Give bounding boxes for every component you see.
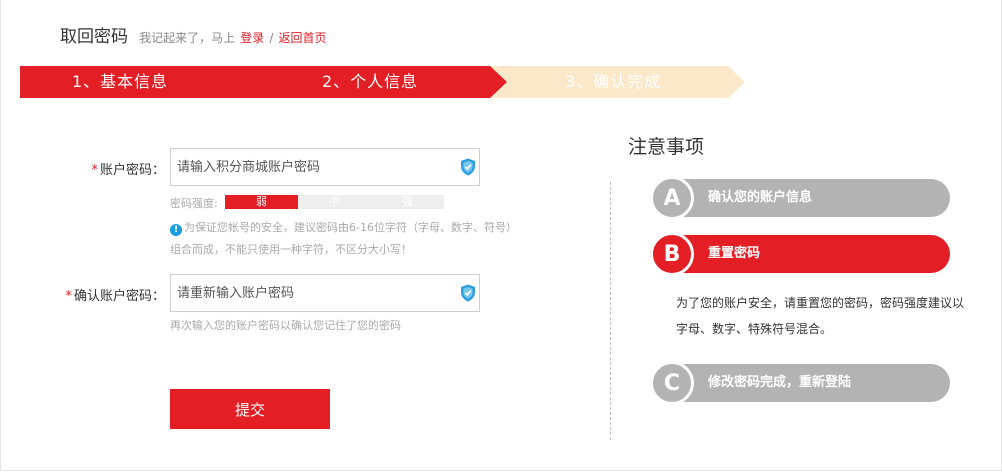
strength-label: 密码强度: bbox=[170, 197, 218, 210]
confirm-label-text: 确认账户密码： bbox=[73, 289, 165, 304]
step-confirm: 3、确认完成 bbox=[490, 66, 745, 98]
page-header: 取回密码 我记起来了，马上 登录 / 返回首页 bbox=[60, 22, 326, 47]
header-subtitle: 我记起来了，马上 bbox=[139, 31, 236, 45]
password-tip: ! 为保证您帐号的安全，建议密码由6-16位字符（字母、数字、符号） 组合而成，不… bbox=[170, 217, 560, 261]
shield-icon bbox=[461, 158, 475, 176]
tip-line-1: 为保证您帐号的安全，建议密码由6-16位字符（字母、数字、符号） bbox=[184, 221, 517, 234]
note-letter-badge: C bbox=[650, 361, 694, 405]
notes-title: 注意事项 bbox=[628, 136, 705, 158]
info-icon: ! bbox=[170, 224, 182, 236]
divider bbox=[610, 182, 611, 440]
required-mark: * bbox=[91, 163, 98, 178]
password-field bbox=[170, 148, 480, 186]
confirm-password-label: * 确认账户密码： bbox=[40, 285, 165, 304]
note-letter-badge: B bbox=[650, 232, 694, 276]
strength-weak: 弱 bbox=[225, 195, 298, 209]
password-label: * 账户密码： bbox=[70, 159, 165, 178]
progress-steps: 1、基本信息 2、个人信息 3、确认完成 bbox=[20, 66, 745, 98]
note-desc-line-1: 为了您的账户安全，请重置您的密码，密码强度建议以 bbox=[676, 296, 965, 310]
note-letter-badge: A bbox=[650, 176, 694, 220]
note-desc-line-2: 字母、数字、特殊符号混合。 bbox=[676, 322, 833, 336]
note-item-b: B 重置密码 bbox=[650, 232, 950, 276]
header-separator: / bbox=[269, 31, 274, 45]
page-title: 取回密码 bbox=[60, 27, 128, 47]
confirm-password-input[interactable] bbox=[171, 275, 447, 311]
tip-line-2: 组合而成，不能只使用一种字符，不区分大小写！ bbox=[170, 243, 412, 256]
strength-strong: 强 bbox=[371, 195, 444, 209]
strength-meter: 弱 中 强 bbox=[225, 195, 444, 209]
note-text: 确认您的账户信息 bbox=[708, 190, 813, 205]
note-text: 重置密码 bbox=[708, 246, 761, 261]
login-link[interactable]: 登录 bbox=[240, 31, 264, 45]
confirm-password-field bbox=[170, 274, 480, 312]
password-input[interactable] bbox=[171, 149, 447, 185]
step-personal-info: 2、个人信息 bbox=[250, 66, 512, 98]
confirm-hint: 再次输入您的账户密码以确认您记住了您的密码 bbox=[170, 319, 401, 332]
note-item-c: C 修改密码完成，重新登陆 bbox=[650, 361, 950, 405]
home-link[interactable]: 返回首页 bbox=[278, 31, 326, 45]
password-label-text: 账户密码： bbox=[99, 163, 165, 178]
note-text: 修改密码完成，重新登陆 bbox=[708, 375, 852, 390]
note-description: 为了您的账户安全，请重置您的密码，密码强度建议以 字母、数字、特殊符号混合。 bbox=[676, 290, 976, 342]
required-mark: * bbox=[65, 289, 72, 304]
shield-icon bbox=[461, 284, 475, 302]
strength-medium: 中 bbox=[298, 195, 371, 209]
step-basic-info: 1、基本信息 bbox=[20, 66, 273, 98]
note-item-a: A 确认您的账户信息 bbox=[650, 176, 950, 220]
submit-button[interactable]: 提交 bbox=[170, 389, 330, 429]
